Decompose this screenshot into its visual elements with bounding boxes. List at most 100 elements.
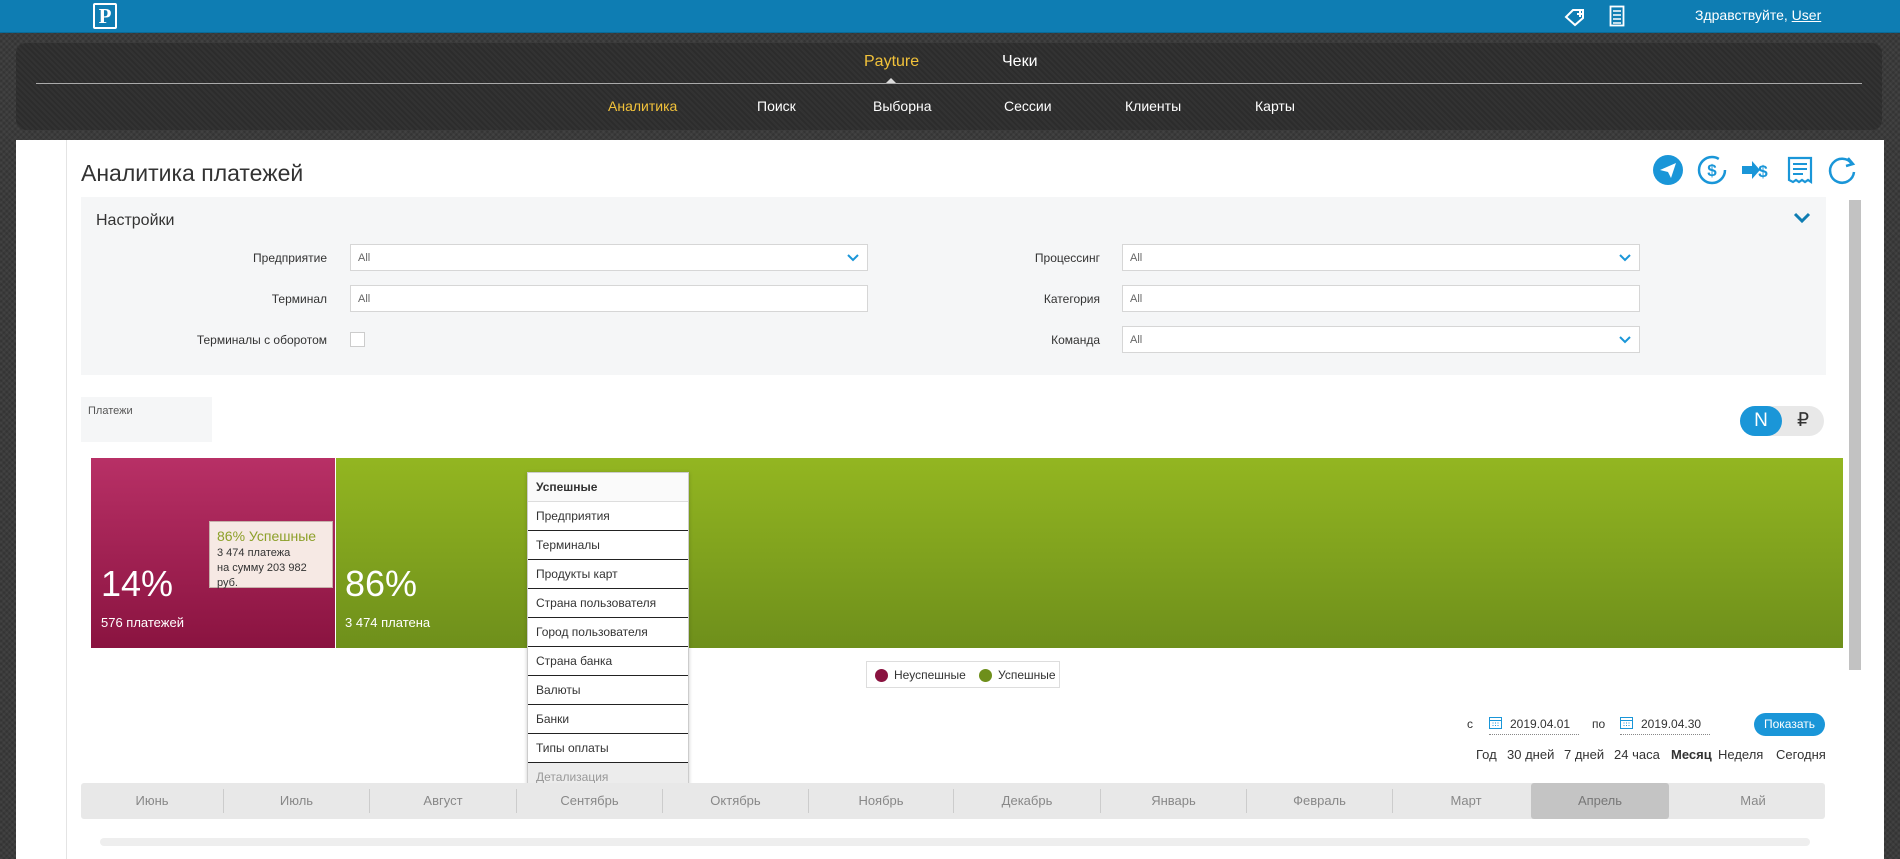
nav-top-checks[interactable]: Чеки: [1002, 53, 1038, 71]
nav-search[interactable]: Поиск: [757, 98, 796, 114]
chevron-down-icon: [847, 253, 859, 265]
turnover-checkbox[interactable]: [350, 332, 365, 347]
month-january[interactable]: Январь: [1101, 783, 1246, 819]
period-30-days[interactable]: 30 дней: [1507, 747, 1554, 762]
successful-percent: 86%: [345, 563, 418, 604]
settings-title[interactable]: Настройки: [96, 212, 174, 230]
chevron-down-icon[interactable]: [1793, 212, 1811, 227]
calendar-icon: [1620, 716, 1633, 732]
nav-cards[interactable]: Карты: [1255, 98, 1295, 114]
terminal-input[interactable]: All: [350, 285, 868, 312]
period-week[interactable]: Неделя: [1718, 747, 1763, 762]
period-24-hours[interactable]: 24 часа: [1614, 747, 1660, 762]
period-today[interactable]: Сегодня: [1776, 747, 1826, 762]
dollar-transfer-icon[interactable]: $: [1740, 154, 1772, 186]
successful-count: 3 474 платена: [345, 615, 431, 630]
month-september[interactable]: Сентябрь: [517, 783, 662, 819]
show-button[interactable]: Показать: [1754, 713, 1825, 736]
nav-analytics[interactable]: Аналитика: [608, 98, 677, 114]
tooltip-line2: на сумму 203 982 руб.: [217, 562, 307, 589]
menu-item-enterprises[interactable]: Предприятия: [528, 502, 688, 531]
document-icon[interactable]: [1609, 5, 1625, 30]
month-april[interactable]: Апрель: [1531, 783, 1669, 819]
calendar-icon: [1489, 716, 1502, 732]
payments-tile[interactable]: Платежи: [81, 397, 212, 442]
refresh-icon[interactable]: [1826, 154, 1858, 186]
chevron-down-icon: [1619, 253, 1631, 265]
processing-select[interactable]: All: [1122, 244, 1640, 271]
menu-item-banks[interactable]: Банки: [528, 705, 688, 734]
chart-legend: Неуспешные Успешные: [866, 661, 1060, 688]
month-october[interactable]: Октябрь: [663, 783, 808, 819]
greeting: Здравствуйте, User: [1695, 7, 1821, 23]
month-march[interactable]: Март: [1393, 783, 1539, 819]
chevron-down-icon: [1619, 335, 1631, 347]
enterprise-select[interactable]: All: [350, 244, 868, 271]
date-from-label: с: [1467, 717, 1473, 731]
toggle-count[interactable]: N: [1740, 406, 1782, 436]
nav-selection[interactable]: Выборна: [873, 98, 932, 114]
menu-item-user-city[interactable]: Город пользователя: [528, 618, 688, 647]
period-month[interactable]: Месяц: [1671, 747, 1712, 762]
enterprise-label: Предприятие: [253, 251, 327, 265]
processing-label: Процессинг: [1034, 251, 1100, 265]
month-february[interactable]: Февраль: [1247, 783, 1392, 819]
date-from-input[interactable]: 2019.04.01: [1489, 714, 1579, 735]
legend-failed[interactable]: Неуспешные: [894, 668, 966, 682]
failed-count: 576 платежей: [101, 615, 184, 630]
menu-item-card-products[interactable]: Продукты карт: [528, 560, 688, 589]
nav-clients[interactable]: Клиенты: [1125, 98, 1181, 114]
category-input[interactable]: All: [1122, 285, 1640, 312]
failed-percent: 14%: [101, 563, 174, 604]
greeting-prefix: Здравствуйте,: [1695, 7, 1792, 23]
command-label: Команда: [1051, 333, 1100, 347]
month-june[interactable]: Июнь: [81, 783, 223, 819]
chart-tooltip: 86% Успешные 3 474 платежа на сумму 203 …: [209, 521, 333, 589]
plus-card-icon[interactable]: [1563, 5, 1587, 30]
month-may[interactable]: Май: [1681, 783, 1825, 819]
receipt-icon[interactable]: [1784, 154, 1816, 186]
nav-divider: [36, 83, 1862, 84]
context-menu: Успешные Предприятия Терминалы Продукты …: [527, 472, 689, 794]
user-link[interactable]: User: [1792, 7, 1822, 23]
month-november[interactable]: Ноябрь: [809, 783, 953, 819]
date-to-value: 2019.04.30: [1641, 717, 1702, 731]
send-icon[interactable]: [1652, 154, 1684, 186]
menu-item-user-country[interactable]: Страна пользователя: [528, 589, 688, 618]
payments-tile-label: Платежи: [88, 405, 133, 417]
month-december[interactable]: Декабрь: [954, 783, 1100, 819]
legend-success[interactable]: Успешные: [998, 668, 1056, 682]
date-to-input[interactable]: 2019.04.30: [1620, 714, 1710, 735]
legend-failed-dot: [875, 669, 888, 682]
month-august[interactable]: Август: [370, 783, 516, 819]
menu-item-currencies[interactable]: Валюты: [528, 676, 688, 705]
date-to-label: по: [1592, 717, 1606, 731]
terminal-label: Терминал: [271, 292, 327, 306]
menu-item-payment-types[interactable]: Типы оплаты: [528, 734, 688, 763]
category-label: Категория: [1043, 292, 1100, 306]
payments-chart: 14% 576 платежей 86% 3 474 платена: [81, 458, 1843, 648]
toggle-currency[interactable]: ₽: [1782, 406, 1824, 436]
nav-top-payture[interactable]: Payture: [864, 53, 919, 71]
scrollbar[interactable]: [1849, 200, 1861, 670]
top-bar: P Здравствуйте, User: [0, 0, 1900, 33]
unit-toggle[interactable]: N ₽: [1740, 406, 1824, 436]
tooltip-title: 86% Успешные: [217, 528, 317, 544]
period-year[interactable]: Год: [1476, 747, 1497, 762]
legend-success-dot: [979, 669, 992, 682]
command-value: All: [1130, 334, 1143, 346]
page-title: Аналитика платежей: [81, 160, 304, 186]
menu-item-terminals[interactable]: Терминалы: [528, 531, 688, 560]
svg-text:$: $: [1758, 162, 1768, 181]
main-navigation: Payture Чеки Аналитика Поиск Выборна Сес…: [16, 43, 1882, 130]
nav-sessions[interactable]: Сессии: [1004, 98, 1052, 114]
date-from-value: 2019.04.01: [1510, 717, 1571, 731]
menu-header: Успешные: [528, 473, 688, 502]
command-select[interactable]: All: [1122, 326, 1640, 353]
processing-value: All: [1130, 252, 1143, 264]
menu-item-bank-country[interactable]: Страна банка: [528, 647, 688, 676]
period-7-days[interactable]: 7 дней: [1564, 747, 1604, 762]
app-logo[interactable]: P: [93, 3, 117, 29]
dollar-refresh-icon[interactable]: $: [1696, 154, 1728, 186]
month-july[interactable]: Июль: [224, 783, 369, 819]
